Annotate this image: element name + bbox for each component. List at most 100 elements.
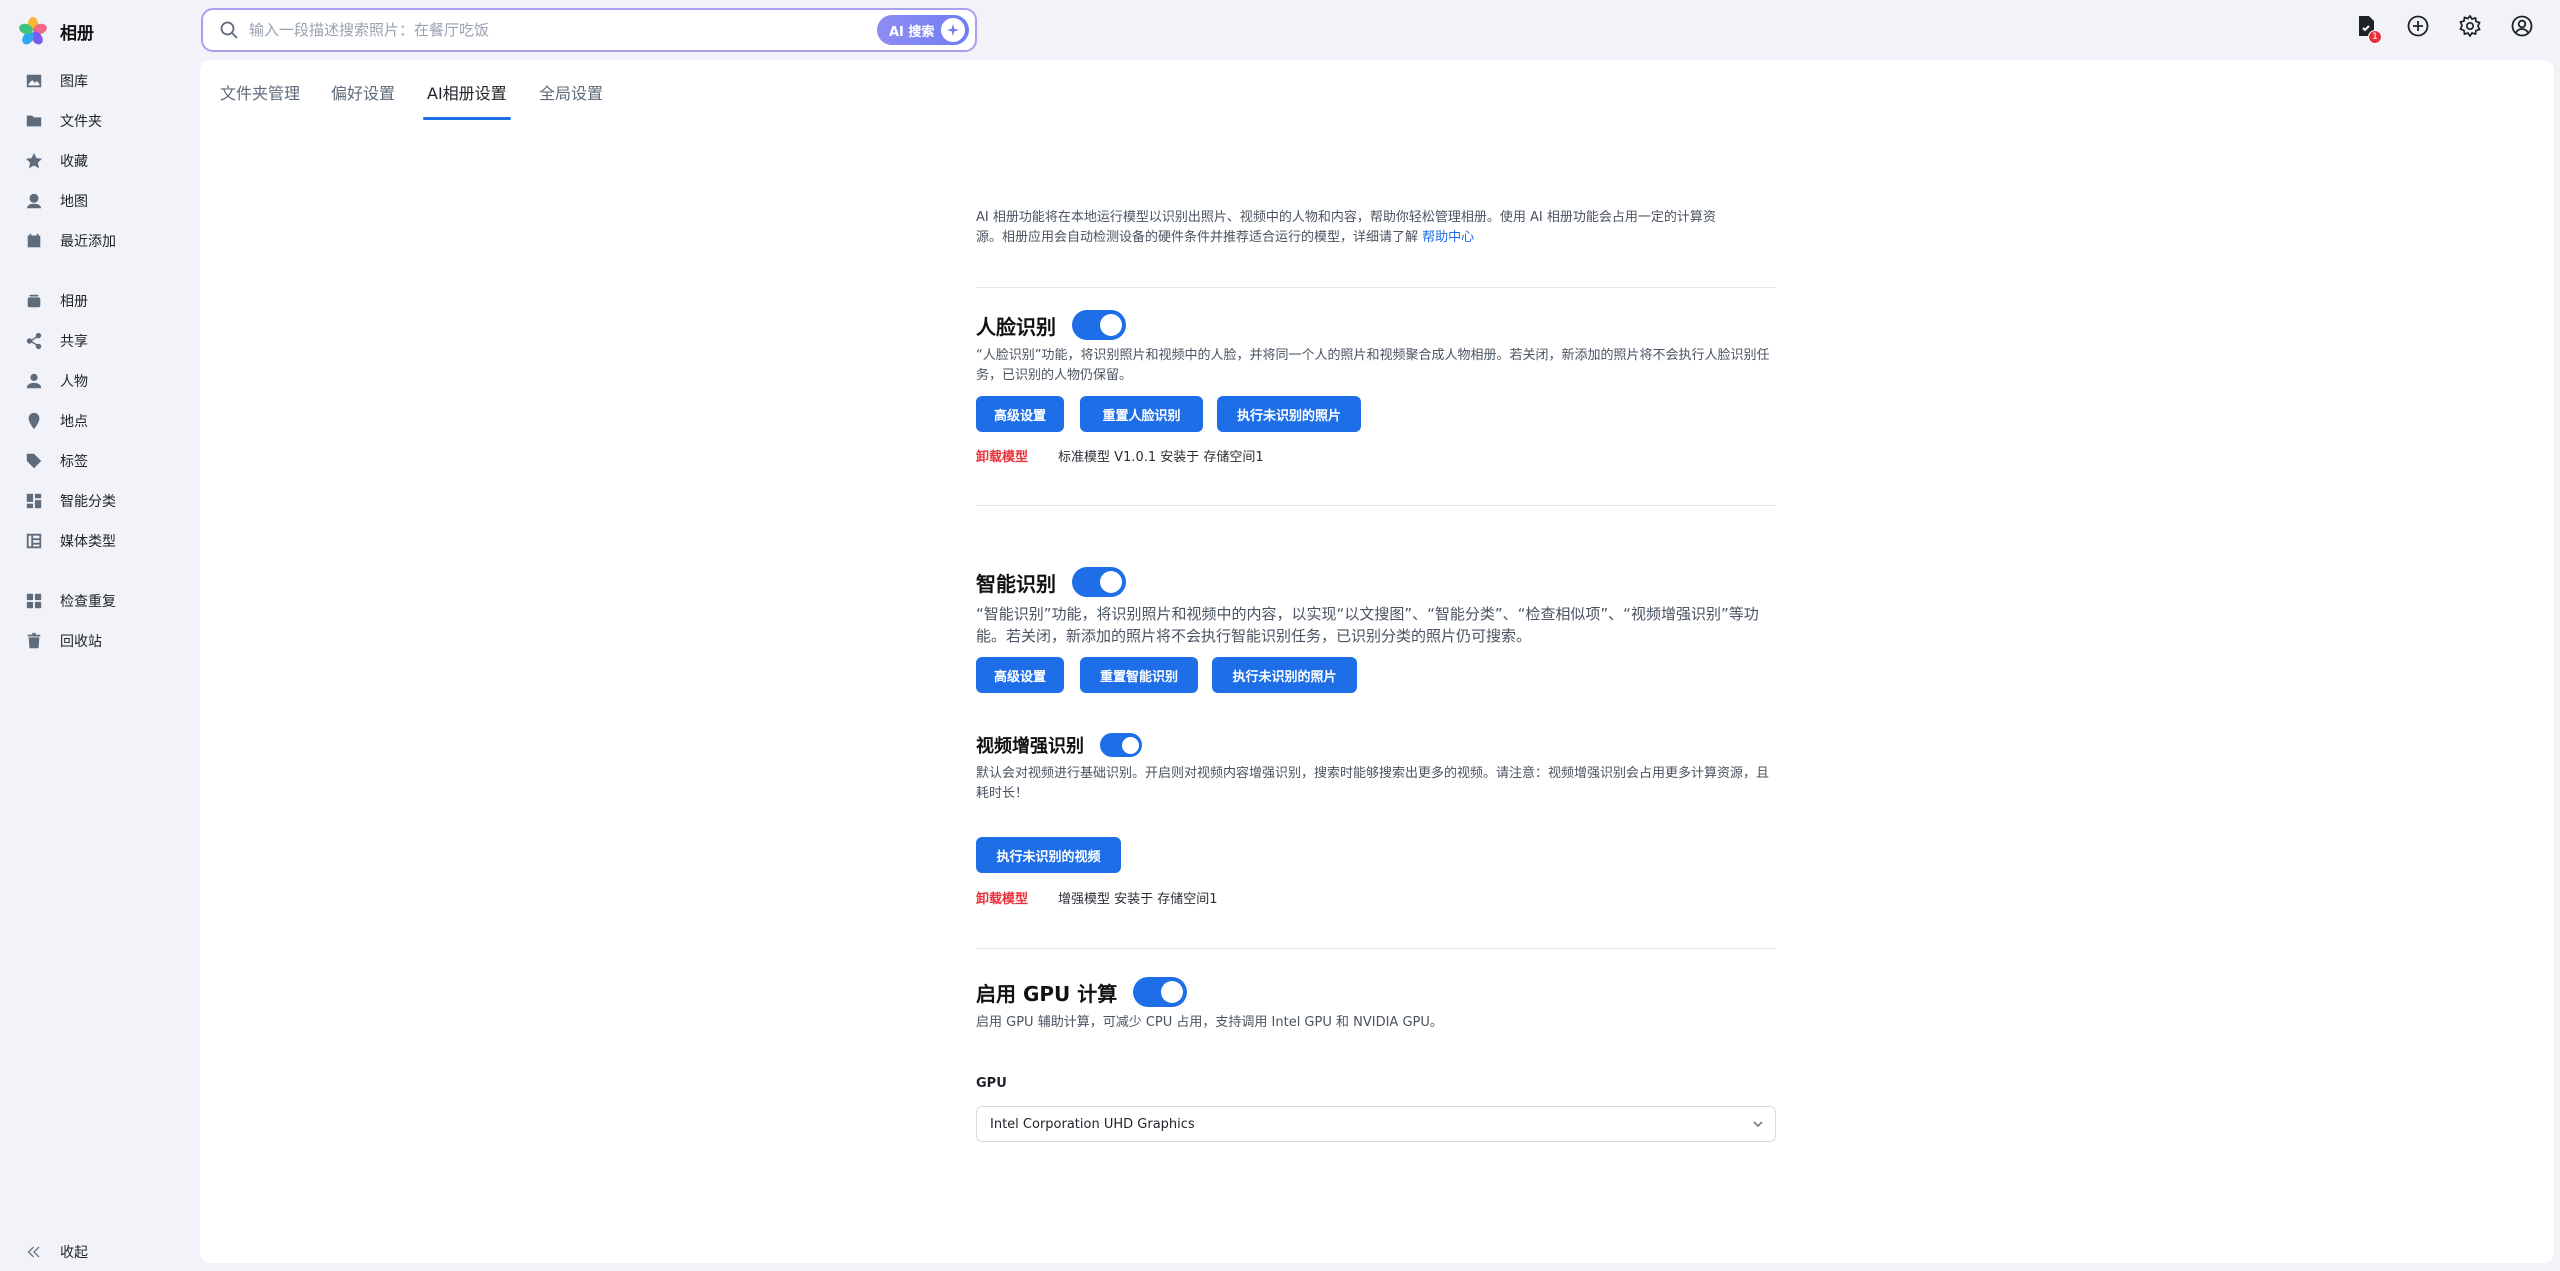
face-recognition-toggle[interactable] [1072, 310, 1126, 340]
gpu-header: 启用 GPU 计算 [976, 977, 1188, 1007]
active-tab-indicator [423, 117, 511, 120]
brand: 相册 [18, 14, 94, 48]
sidebar-item-label: 地点 [60, 414, 88, 430]
sidebar-item-smart-categories[interactable]: 智能分类 [0, 484, 200, 518]
smart-recognition-title: 智能识别 [976, 571, 1056, 596]
gpu-field-label: GPU [976, 1076, 1007, 1091]
sidebar-item-recent[interactable]: 最近添加 [0, 224, 200, 258]
grid-icon [24, 491, 44, 511]
media-icon [24, 531, 44, 551]
add-button[interactable] [2404, 14, 2432, 42]
gpu-select[interactable]: Intel Corporation UHD Graphics [976, 1106, 1776, 1142]
ai-search-button[interactable]: AI 搜索 [877, 15, 969, 45]
face-advanced-settings-button[interactable]: 高级设置 [976, 396, 1064, 432]
smart-recognition-desc: “智能识别”功能，将识别照片和视频中的内容，以实现“以文搜图”、“智能分类”、“… [976, 605, 1759, 645]
face-model-info: 标准模型 V1.0.1 安装于 存储空间1 [1058, 450, 1264, 465]
share-icon [24, 331, 44, 351]
settings-panel: 文件夹管理 偏好设置 AI相册设置 全局设置 AI 相册功能将在本地运行模型以识… [200, 60, 2554, 1263]
sidebar-item-media-types[interactable]: 媒体类型 [0, 524, 200, 558]
sidebar-item-label: 文件夹 [60, 114, 102, 130]
gpu-toggle[interactable] [1133, 977, 1188, 1007]
sidebar-item-map[interactable]: 地图 [0, 184, 200, 218]
intro-line-2: 源。相册应用会自动检测设备的硬件条件并推荐适合运行的模型，详细请了解 帮助中心 [976, 230, 1475, 245]
sidebar-item-library[interactable]: 图库 [0, 64, 200, 98]
video-recognition-desc: 默认会对视频进行基础识别。开启则对视频内容增强识别，搜索时能够搜索出更多的视频。… [976, 766, 1770, 801]
double-chevron-left-icon [24, 1242, 44, 1262]
reset-face-recognition-button[interactable]: 重置人脸识别 [1080, 396, 1203, 432]
divider [976, 948, 1776, 949]
sidebar-item-label: 媒体类型 [60, 534, 116, 550]
app-title: 相册 [60, 23, 94, 44]
sidebar-item-label: 图库 [60, 74, 88, 90]
sidebar-collapse-button[interactable]: 收起 [0, 1235, 200, 1269]
sidebar-item-label: 收藏 [60, 154, 88, 170]
run-unrecognized-videos-button[interactable]: 执行未识别的视频 [976, 837, 1121, 873]
video-model-row: 卸载模型 增强模型 安装于 存储空间1 [976, 888, 1218, 907]
help-center-link[interactable]: 帮助中心 [1422, 230, 1474, 245]
sidebar-item-label: 回收站 [60, 634, 102, 650]
photos-logo-icon [18, 16, 48, 46]
face-model-row: 卸载模型 标准模型 V1.0.1 安装于 存储空间1 [976, 446, 1264, 465]
sidebar-item-tags[interactable]: 标签 [0, 444, 200, 478]
sidebar-collapse-label: 收起 [60, 1245, 88, 1261]
sidebar-item-label: 标签 [60, 454, 88, 470]
settings-button[interactable] [2456, 14, 2484, 42]
tab-ai-album-settings[interactable]: AI相册设置 [427, 80, 507, 116]
sidebar-item-label: 地图 [60, 194, 88, 210]
account-button[interactable] [2508, 14, 2536, 42]
calendar-icon [24, 231, 44, 251]
video-recognition-title: 视频增强识别 [976, 736, 1084, 757]
task-notification-button[interactable]: 1 [2352, 14, 2382, 44]
video-recognition-header: 视频增强识别 [976, 732, 1142, 758]
sidebar-item-places[interactable]: 地点 [0, 404, 200, 438]
sidebar-item-people[interactable]: 人物 [0, 364, 200, 398]
image-icon [24, 71, 44, 91]
sidebar-item-label: 相册 [60, 294, 88, 310]
intro-line-1: AI 相册功能将在本地运行模型以识别出照片、视频中的人物和内容，帮助你轻松管理相… [976, 210, 1716, 225]
sidebar-item-trash[interactable]: 回收站 [0, 624, 200, 658]
smart-advanced-settings-button[interactable]: 高级设置 [976, 657, 1064, 693]
tab-preferences[interactable]: 偏好设置 [331, 80, 395, 116]
album-icon [24, 291, 44, 311]
intro-text: AI 相册功能将在本地运行模型以识别出照片、视频中的人物和内容，帮助你轻松管理相… [976, 208, 1776, 248]
reset-smart-recognition-button[interactable]: 重置智能识别 [1080, 657, 1198, 693]
video-uninstall-model-link[interactable]: 卸载模型 [976, 888, 1028, 907]
sparkle-icon [941, 18, 965, 42]
face-recognition-title: 人脸识别 [976, 314, 1056, 339]
user-circle-icon [2510, 14, 2534, 42]
sidebar: 相册 图库 文件夹 收藏 地图 最近添加 相册 共享 人物 地点 标签 智能分类… [0, 0, 200, 1271]
person-icon [24, 371, 44, 391]
sidebar-item-shared[interactable]: 共享 [0, 324, 200, 358]
sidebar-item-albums[interactable]: 相册 [0, 284, 200, 318]
face-recognition-desc: “人脸识别”功能，将识别照片和视频中的人脸，并将同一个人的照片和视频聚合成人物相… [976, 348, 1770, 383]
search-bar: AI 搜索 [201, 8, 977, 52]
gpu-desc: 启用 GPU 辅助计算，可减少 CPU 占用，支持调用 Intel GPU 和 … [976, 1015, 1443, 1030]
gpu-title: 启用 GPU 计算 [976, 981, 1118, 1006]
sidebar-item-duplicates[interactable]: 检查重复 [0, 584, 200, 618]
notification-badge: 1 [2368, 30, 2382, 44]
chevron-down-icon [1751, 1117, 1765, 1131]
search-icon [219, 20, 239, 40]
folder-icon [24, 111, 44, 131]
duplicate-icon [24, 591, 44, 611]
ai-search-label: AI 搜索 [889, 24, 935, 40]
divider [976, 505, 1776, 506]
search-input[interactable] [249, 15, 849, 45]
face-uninstall-model-link[interactable]: 卸载模型 [976, 446, 1028, 465]
tag-icon [24, 451, 44, 471]
sidebar-item-folders[interactable]: 文件夹 [0, 104, 200, 138]
sidebar-item-label: 人物 [60, 374, 88, 390]
video-model-info: 增强模型 安装于 存储空间1 [1058, 892, 1218, 907]
video-recognition-toggle[interactable] [1100, 733, 1142, 757]
face-run-unrecognized-photos-button[interactable]: 执行未识别的照片 [1217, 396, 1361, 432]
gear-icon [2458, 14, 2482, 42]
smart-run-unrecognized-photos-button[interactable]: 执行未识别的照片 [1212, 657, 1357, 693]
tab-global-settings[interactable]: 全局设置 [539, 80, 603, 116]
sidebar-item-label: 智能分类 [60, 494, 116, 510]
smart-recognition-toggle[interactable] [1072, 567, 1126, 597]
smart-recognition-header: 智能识别 [976, 567, 1126, 597]
divider [976, 287, 1776, 288]
tab-folder-management[interactable]: 文件夹管理 [220, 80, 300, 116]
sidebar-item-favorites[interactable]: 收藏 [0, 144, 200, 178]
sidebar-item-label: 共享 [60, 334, 88, 350]
